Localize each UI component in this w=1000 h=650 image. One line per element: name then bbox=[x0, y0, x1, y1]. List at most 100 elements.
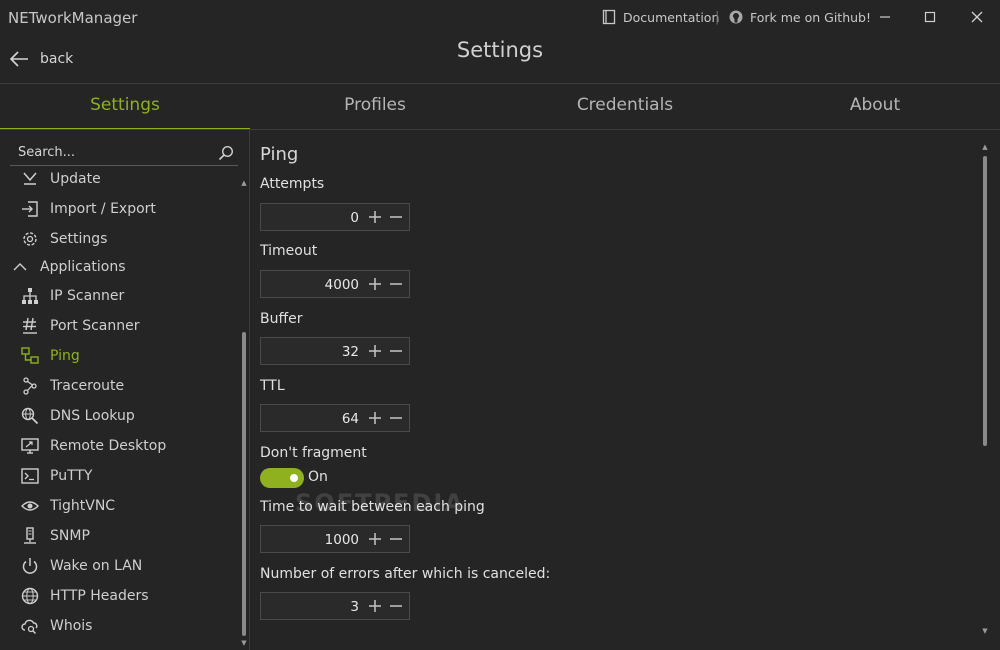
section-title: Ping bbox=[260, 144, 299, 165]
minimize-button[interactable] bbox=[870, 4, 900, 30]
errors-stepper[interactable]: 3 bbox=[260, 592, 410, 620]
tab-credentials[interactable]: Credentials bbox=[500, 84, 750, 129]
sidebar-item-whois[interactable]: Whois bbox=[0, 611, 240, 641]
plus-icon[interactable] bbox=[367, 343, 383, 359]
ttl-stepper[interactable]: 64 bbox=[260, 404, 410, 432]
dont-fragment-state: On bbox=[308, 469, 328, 485]
traceroute-icon bbox=[20, 376, 40, 396]
sidebar-group-applications[interactable]: Applications bbox=[0, 252, 240, 282]
update-icon bbox=[20, 169, 40, 189]
plus-icon[interactable] bbox=[367, 276, 383, 292]
sidebar-item-update[interactable]: Update bbox=[0, 166, 240, 194]
tab-settings[interactable]: Settings bbox=[0, 84, 250, 130]
sidebar-item-tightvnc[interactable]: TightVNC bbox=[0, 491, 240, 521]
attempts-label: Attempts bbox=[260, 176, 325, 192]
toggle-knob bbox=[290, 474, 298, 482]
title-bar: NETworkManager Documentation | Fork me o… bbox=[0, 0, 1000, 36]
eye-icon bbox=[20, 496, 40, 516]
close-button[interactable] bbox=[962, 4, 992, 30]
buffer-value[interactable]: 32 bbox=[342, 344, 359, 360]
ping-icon bbox=[20, 346, 40, 366]
attempts-stepper[interactable]: 0 bbox=[260, 203, 410, 231]
content-scrollbar[interactable]: ▲ ▼ bbox=[981, 144, 989, 640]
content-scrollbar-thumb[interactable] bbox=[983, 156, 987, 446]
dont-fragment-label: Don't fragment bbox=[260, 445, 367, 461]
sidebar-item-ip-scanner[interactable]: IP Scanner bbox=[0, 281, 240, 311]
sidebar-item-putty[interactable]: PuTTY bbox=[0, 461, 240, 491]
tab-profiles[interactable]: Profiles bbox=[250, 84, 500, 129]
timeout-value[interactable]: 4000 bbox=[325, 277, 359, 293]
sidebar-scrollbar-thumb[interactable] bbox=[242, 332, 246, 636]
wait-time-value[interactable]: 1000 bbox=[325, 532, 359, 548]
maximize-button[interactable] bbox=[915, 4, 945, 30]
gear-icon bbox=[20, 229, 40, 249]
scroll-down-arrow-icon[interactable]: ▼ bbox=[982, 628, 988, 635]
tab-bar: Settings Profiles Credentials About bbox=[0, 84, 1000, 130]
attempts-value[interactable]: 0 bbox=[350, 210, 359, 226]
server-icon bbox=[20, 526, 40, 546]
book-icon bbox=[602, 9, 616, 25]
minus-icon[interactable] bbox=[388, 343, 404, 359]
sidebar-item-import-export[interactable]: Import / Export bbox=[0, 194, 240, 224]
sidebar-item-wake-on-lan[interactable]: Wake on LAN bbox=[0, 551, 240, 581]
minus-icon[interactable] bbox=[388, 209, 404, 225]
minus-icon[interactable] bbox=[388, 410, 404, 426]
search-input[interactable] bbox=[10, 142, 200, 163]
minus-icon[interactable] bbox=[388, 531, 404, 547]
cloud-search-icon bbox=[20, 616, 40, 636]
import-export-icon bbox=[20, 199, 40, 219]
remote-desktop-icon bbox=[20, 436, 40, 456]
buffer-label: Buffer bbox=[260, 311, 303, 327]
plus-icon[interactable] bbox=[367, 598, 383, 614]
plus-icon[interactable] bbox=[367, 410, 383, 426]
buffer-stepper[interactable]: 32 bbox=[260, 337, 410, 365]
sidebar-scrollbar[interactable]: ▲ ▼ bbox=[241, 174, 247, 650]
sidebar-item-http-headers[interactable]: HTTP Headers bbox=[0, 581, 240, 611]
sidebar-item-settings[interactable]: Settings bbox=[0, 224, 240, 254]
ttl-value[interactable]: 64 bbox=[342, 411, 359, 427]
minus-icon[interactable] bbox=[388, 276, 404, 292]
ttl-label: TTL bbox=[260, 378, 285, 394]
dont-fragment-toggle[interactable] bbox=[260, 468, 304, 488]
network-tree-icon bbox=[20, 286, 40, 306]
sidebar-item-traceroute[interactable]: Traceroute bbox=[0, 371, 240, 401]
sidebar: Update Import / Export Settings Applicat… bbox=[0, 130, 250, 650]
sidebar-item-dns-lookup[interactable]: DNS Lookup bbox=[0, 401, 240, 431]
scroll-down-arrow-icon[interactable]: ▼ bbox=[241, 640, 247, 647]
documentation-label: Documentation bbox=[623, 9, 720, 25]
wait-time-stepper[interactable]: 1000 bbox=[260, 525, 410, 553]
errors-label: Number of errors after which is canceled… bbox=[260, 566, 551, 582]
hash-icon bbox=[20, 316, 40, 336]
globe-icon bbox=[20, 586, 40, 606]
sidebar-item-port-scanner[interactable]: Port Scanner bbox=[0, 311, 240, 341]
scroll-up-arrow-icon[interactable]: ▲ bbox=[241, 180, 247, 187]
sidebar-item-ping[interactable]: Ping bbox=[0, 341, 240, 371]
timeout-label: Timeout bbox=[260, 243, 318, 259]
plus-icon[interactable] bbox=[367, 209, 383, 225]
ping-settings-panel: Ping Attempts 0 Timeout 4000 Buffer 32 T… bbox=[250, 130, 1000, 650]
scroll-up-arrow-icon[interactable]: ▲ bbox=[982, 144, 988, 151]
errors-value[interactable]: 3 bbox=[350, 599, 359, 615]
tab-about[interactable]: About bbox=[750, 84, 1000, 129]
maximize-icon bbox=[924, 11, 936, 23]
softpedia-watermark: SOFTPEDIA bbox=[295, 489, 465, 517]
minimize-icon bbox=[880, 16, 890, 18]
minus-icon[interactable] bbox=[388, 598, 404, 614]
app-title: NETworkManager bbox=[8, 9, 138, 27]
timeout-stepper[interactable]: 4000 bbox=[260, 270, 410, 298]
plus-icon[interactable] bbox=[367, 531, 383, 547]
documentation-link[interactable]: Documentation bbox=[601, 9, 719, 25]
chevron-up-icon bbox=[10, 257, 30, 277]
sidebar-item-snmp[interactable]: SNMP bbox=[0, 521, 240, 551]
sidebar-item-remote-desktop[interactable]: Remote Desktop bbox=[0, 431, 240, 461]
titlebar-separator: | bbox=[715, 10, 720, 25]
terminal-icon bbox=[20, 466, 40, 486]
page-title: Settings bbox=[456, 38, 544, 62]
dns-lookup-icon bbox=[20, 406, 40, 426]
search-box bbox=[10, 142, 238, 166]
close-icon bbox=[971, 11, 983, 23]
sidebar-nav: Update Import / Export Settings Applicat… bbox=[0, 166, 240, 650]
github-link[interactable]: Fork me on Github! bbox=[728, 9, 871, 25]
search-icon[interactable] bbox=[218, 145, 234, 161]
github-label: Fork me on Github! bbox=[750, 9, 871, 25]
